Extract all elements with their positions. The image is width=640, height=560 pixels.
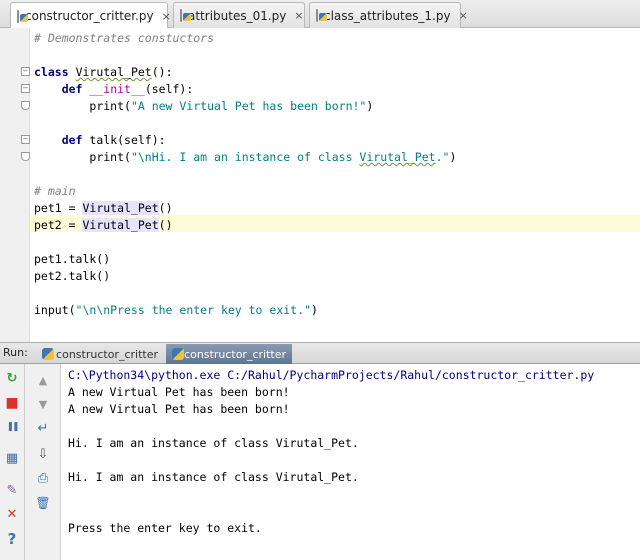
- rerun-icon[interactable]: ↻: [4, 371, 20, 387]
- up-arrow-icon[interactable]: ▲: [35, 373, 51, 389]
- code-line: # main: [34, 184, 76, 198]
- console-line: Hi. I am an instance of class Virutal_Pe…: [68, 436, 359, 450]
- run-tab-constructor-critter-active[interactable]: constructor_critter: [166, 344, 292, 364]
- code-line: input("\n\nPress the enter key to exit."…: [34, 303, 318, 317]
- code-line: pet1.talk(): [34, 252, 111, 266]
- python-file-icon: [180, 9, 191, 22]
- python-icon: [172, 348, 185, 360]
- dump-threads-icon[interactable]: ▦: [4, 451, 20, 467]
- code-line: print("A new Virtual Pet has been born!"…: [89, 99, 374, 113]
- python-icon: [42, 348, 55, 360]
- close-tab-icon[interactable]: ×: [294, 9, 303, 22]
- down-arrow-icon[interactable]: ▼: [35, 397, 51, 413]
- run-tab-constructor-critter[interactable]: constructor_critter: [36, 344, 164, 364]
- code-line: def __init__(self):: [61, 82, 194, 96]
- run-tab-label: constructor_critter: [56, 347, 158, 361]
- help-icon[interactable]: ?: [4, 531, 20, 547]
- close-tab-icon[interactable]: ×: [459, 9, 468, 22]
- fold-end-icon[interactable]: [21, 101, 30, 110]
- stop-icon[interactable]: ■: [4, 395, 20, 411]
- tab-class-attributes-1[interactable]: class_attributes_1.py ×: [309, 2, 468, 28]
- code-line: print("\nHi. I am an instance of class V…: [89, 150, 457, 164]
- code-line: # Demonstrates constuctors: [34, 31, 215, 45]
- code-text: # Demonstrates constuctors class Virutal…: [34, 28, 640, 317]
- console-output[interactable]: C:\Python34\python.exe C:/Rahul/PycharmP…: [62, 364, 640, 560]
- editor-gutter: − − −: [0, 28, 30, 342]
- run-toolbar: Run: constructor_critter constructor_cri…: [0, 342, 640, 364]
- fold-open-icon[interactable]: −: [21, 67, 30, 76]
- console-line: Hi. I am an instance of class Virutal_Pe…: [68, 470, 359, 484]
- close-tab-icon[interactable]: ×: [162, 10, 171, 23]
- print-icon[interactable]: ⎙: [35, 471, 51, 487]
- trash-icon[interactable]: 🗑: [35, 495, 51, 511]
- run-tab-label: constructor_critter: [184, 347, 286, 361]
- python-file-icon: [316, 9, 327, 22]
- fold-end-icon[interactable]: [21, 152, 30, 161]
- tab-attributes-01[interactable]: attributes_01.py ×: [173, 2, 305, 28]
- tab-label: constructor_critter.py: [25, 9, 154, 23]
- pin-icon[interactable]: ✎: [4, 483, 20, 499]
- code-line: def talk(self):: [61, 133, 166, 147]
- tab-label: attributes_01.py: [188, 8, 287, 23]
- console-command-line: C:\Python34\python.exe C:/Rahul/PycharmP…: [68, 368, 595, 382]
- fold-open-icon[interactable]: −: [21, 84, 30, 93]
- python-file-icon: [17, 9, 28, 23]
- console-line: A new Virtual Pet has been born!: [68, 385, 290, 399]
- code-line: pet2.talk(): [34, 269, 111, 283]
- scroll-to-end-icon[interactable]: ⇩: [35, 447, 51, 463]
- code-line: class Virutal_Pet():: [34, 65, 173, 79]
- tab-label: class_attributes_1.py: [324, 8, 451, 23]
- close-icon[interactable]: ✕: [4, 507, 20, 523]
- code-line: pet1 = Virutal_Pet(): [34, 201, 173, 215]
- fold-open-icon[interactable]: −: [21, 135, 30, 144]
- tab-constructor-critter[interactable]: constructor_critter.py ×: [10, 2, 171, 29]
- console-line: Press the enter key to exit.: [68, 521, 262, 535]
- run-actions-bar: ↻ ■ ❚❚ ▦ ✎ ✕ ?: [0, 364, 25, 560]
- console-actions-bar: ▲ ▼ ↵ ⇩ ⎙ 🗑: [25, 364, 61, 560]
- code-editor[interactable]: − − − # Demonstrates constuctors class V…: [0, 28, 640, 342]
- editor-tab-bar: constructor_critter.py × attributes_01.p…: [0, 0, 640, 29]
- code-line-current: pet2 = Virutal_Pet(): [34, 218, 173, 232]
- console-line: A new Virtual Pet has been born!: [68, 402, 290, 416]
- pause-icon[interactable]: ❚❚: [4, 419, 20, 435]
- run-label: Run:: [3, 346, 28, 359]
- soft-wrap-icon[interactable]: ↵: [35, 421, 51, 437]
